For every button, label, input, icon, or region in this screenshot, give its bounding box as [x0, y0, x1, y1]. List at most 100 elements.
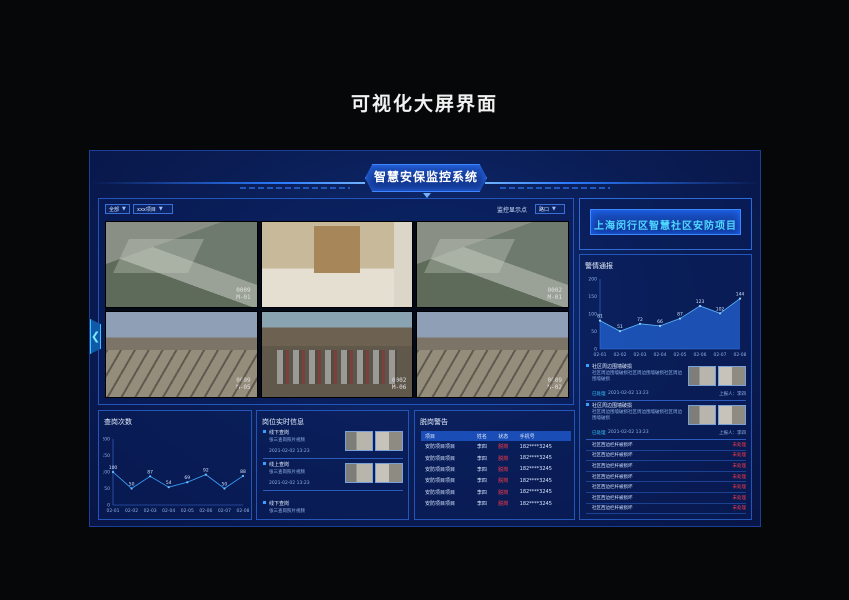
filter-all-dropdown[interactable]: 全部 ▼ — [105, 204, 130, 214]
x-tick-label: 02-05 — [181, 508, 194, 514]
table-row[interactable]: 安防项目项目 李四 脱岗 182****3245 — [421, 441, 571, 452]
alarm-item-status: 已处理 — [592, 392, 606, 397]
pending-status: 未处理 — [732, 442, 747, 448]
list-item[interactable]: 社区西边栏杆被损坏 未处理 — [586, 504, 746, 515]
data-point — [598, 319, 602, 322]
pending-name: 社区西边栏杆被损坏 — [592, 453, 633, 459]
alarm-photo-thumbnail[interactable] — [718, 405, 746, 425]
data-label: 100 — [109, 465, 118, 471]
alarm-photo-thumbnail[interactable] — [718, 366, 746, 386]
y-tick-label: 0 — [594, 347, 597, 353]
y-tick-label: 200 — [103, 437, 110, 443]
alarm-item-desc: 社区周边围墙破损社区周边围墙破损社区周边围墙破损 — [592, 371, 682, 382]
post-info-title: 岗位实时信息 — [262, 418, 304, 426]
monitor-point-dropdown[interactable]: 路口 ▼ — [535, 204, 565, 214]
post-photo-thumbnail[interactable] — [375, 463, 403, 483]
list-item[interactable]: 社区西边栏杆被损坏 未处理 — [586, 461, 746, 472]
video-monitor-panel: 全部 ▼ xxx项目 ▼ 监控显示点 路口 ▼ 0009 M-01 0002 M-0… — [98, 198, 574, 405]
alarm-item-time: 2021-02-02 13:23 — [608, 391, 649, 396]
data-point — [678, 317, 682, 320]
list-item[interactable]: 社区西边栏杆被损坏 未处理 — [586, 472, 746, 483]
data-label: 87 — [147, 469, 153, 475]
table-row[interactable]: 安防项目项目 李四 脱岗 182****3245 — [421, 452, 571, 463]
table-row[interactable]: 安防项目项目 李四 脱岗 182****3245 — [421, 464, 571, 475]
data-label: 102 — [716, 306, 725, 312]
cell-project: 安防项目项目 — [425, 444, 456, 451]
camera-feed-2[interactable]: 0002 M-05 — [260, 221, 414, 308]
data-label: 50 — [129, 482, 135, 488]
camera-timestamp: 0009 M-02 — [547, 377, 562, 391]
alarm-item[interactable]: 社区周边围墙破损 社区周边围墙破损社区周边围墙破损社区周边围墙破损 已处理 20… — [585, 363, 746, 401]
x-tick-label: 02-03 — [633, 352, 646, 358]
post-photo-thumbnail[interactable] — [345, 463, 373, 483]
data-point — [223, 487, 226, 490]
table-row[interactable]: 安防项目项目 李四 脱岗 182****3245 — [421, 475, 571, 486]
filter-project-dropdown[interactable]: xxx项目 ▼ — [133, 204, 173, 214]
column-header: 手机号 — [515, 431, 571, 441]
x-tick-label: 02-08 — [733, 352, 746, 358]
post-photo-thumbnail[interactable] — [375, 431, 403, 451]
x-tick-label: 02-08 — [236, 508, 249, 514]
x-tick-label: 02-04 — [162, 508, 175, 514]
x-tick-label: 02-01 — [593, 352, 606, 358]
post-item-desc: 张三查岗照片视频 — [269, 509, 305, 514]
y-tick-label: 200 — [588, 277, 597, 283]
cell-name: 李四 — [476, 466, 487, 473]
data-point — [204, 473, 207, 476]
data-label: 72 — [637, 317, 643, 323]
alarm-photo-thumbnail[interactable] — [688, 366, 716, 386]
data-point — [618, 330, 622, 333]
camera-feed-6[interactable]: 0009 M-02 — [416, 311, 569, 398]
header-stripe-right — [500, 187, 610, 189]
camera-timestamp: 0009 M-01 — [236, 287, 251, 301]
data-label: 69 — [184, 475, 190, 481]
post-info-panel: 岗位实时信息 线下查岗 张三查岗照片视频 2021-02-02 13:23 线上… — [256, 410, 409, 520]
camera-grid: 0009 M-01 0002 M-05 0002 M-01 0009 M-05 0002… — [105, 221, 569, 398]
table-row[interactable]: 安防项目项目 李四 脱岗 182****3245 — [421, 487, 571, 498]
list-item[interactable]: 社区西边栏杆被损坏 未处理 — [586, 440, 746, 451]
camera-feed-5[interactable]: 0002 M-06 — [260, 311, 414, 398]
chevron-left-icon[interactable]: ❮ — [90, 319, 101, 354]
camera-feed-3[interactable]: 0002 M-01 — [416, 221, 569, 308]
pending-alarm-list: 社区西边栏杆被损坏 未处理 社区西边栏杆被损坏 未处理 社区西边栏杆被损坏 未处理 社… — [586, 440, 746, 515]
camera-feed-4[interactable]: 0009 M-05 — [105, 311, 258, 398]
list-item[interactable]: 社区西边栏杆被损坏 未处理 — [586, 451, 746, 462]
cell-phone: 182****3245 — [519, 443, 552, 450]
x-tick-label: 02-03 — [144, 508, 157, 514]
list-item[interactable]: 社区西边栏杆被损坏 未处理 — [586, 493, 746, 504]
table-row[interactable]: 安防项目项目 李四 脱岗 182****3245 — [421, 498, 571, 509]
pending-name: 社区西边栏杆被损坏 — [592, 463, 633, 469]
offduty-warning-panel: 脱岗警告 项目 姓名 状态 手机号 安防项目项目 李四 脱岗 182****3245 … — [414, 410, 575, 520]
alarm-item-status: 已处理 — [592, 431, 606, 436]
system-title: 智慧安保监控系统 — [373, 170, 478, 184]
y-tick-label: 0 — [107, 503, 110, 509]
pending-status: 未处理 — [732, 463, 747, 469]
patrol-line-chart: 0 50 100 150 200 02-01 02-02 02-03 02-04 02-05 02-… — [103, 437, 249, 515]
data-label: 87 — [677, 312, 683, 318]
list-item[interactable]: 社区西边栏杆被损坏 未处理 — [586, 482, 746, 493]
data-point — [738, 297, 742, 300]
table-header-row: 项目 姓名 状态 手机号 — [421, 431, 571, 441]
filter-all-value: 全部 — [109, 206, 120, 213]
column-header: 姓名 — [472, 431, 495, 441]
data-label: 54 — [166, 480, 172, 486]
alarm-item[interactable]: 社区周边围墙破损 社区周边围墙破损社区周边围墙破损社区周边围墙破损 已处理 20… — [585, 402, 746, 440]
alarm-photo-thumbnail[interactable] — [688, 405, 716, 425]
filter-project-value: xxx项目 — [137, 206, 156, 213]
pending-status: 未处理 — [732, 453, 747, 459]
post-item[interactable]: 线上查岗 张三查岗照片视频 2021-02-02 13:23 — [262, 461, 403, 491]
post-item-title: 线下查岗 — [262, 501, 290, 507]
post-item[interactable]: 线下查岗 张三查岗照片视频 — [262, 500, 403, 520]
data-point — [186, 481, 189, 484]
cell-phone: 182****3245 — [519, 466, 552, 473]
alarm-item-uploader: 上报人：李四 — [719, 392, 746, 397]
data-label: 50 — [222, 482, 228, 488]
post-item[interactable]: 线下查岗 张三查岗照片视频 2021-02-02 13:23 — [262, 429, 403, 459]
x-tick-label: 02-07 — [713, 352, 726, 358]
post-photo-thumbnail[interactable] — [345, 431, 373, 451]
pending-name: 社区西边栏杆被损坏 — [592, 442, 633, 448]
alarm-item-title: 社区周边围墙破损 — [585, 403, 633, 409]
pending-status: 未处理 — [732, 485, 747, 491]
x-tick-label: 02-04 — [653, 352, 666, 358]
camera-feed-1[interactable]: 0009 M-01 — [105, 221, 258, 308]
